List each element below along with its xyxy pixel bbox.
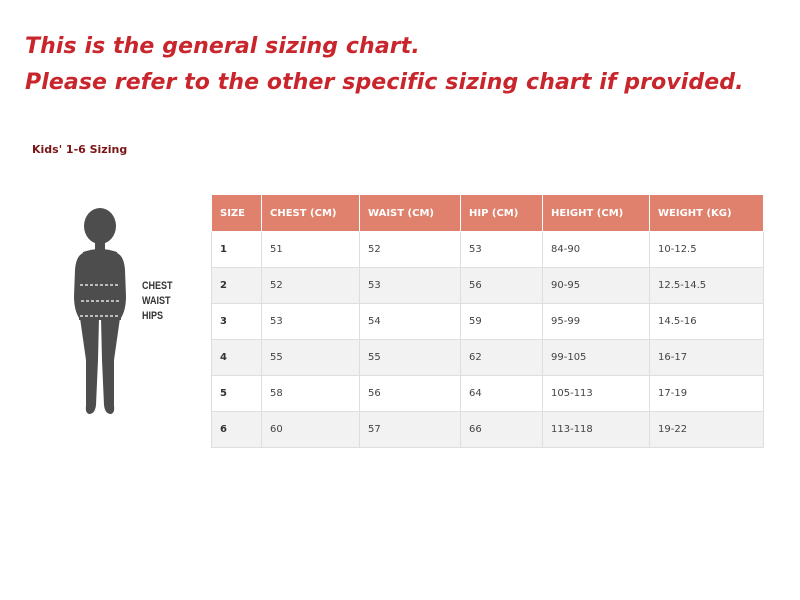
cell-chest: 51	[261, 231, 360, 268]
cell-weight: 19-22	[649, 411, 764, 448]
table-row: 6 60 57 66 113-118 19-22	[211, 411, 764, 448]
header-size: SIZE	[211, 194, 262, 232]
cell-waist: 55	[359, 339, 461, 376]
header-weight: WEIGHT (KG)	[649, 194, 764, 232]
cell-height: 84-90	[542, 231, 650, 268]
header-chest: CHEST (CM)	[261, 194, 360, 232]
cell-waist: 54	[359, 303, 461, 340]
table-header-row: SIZE CHEST (CM) WAIST (CM) HIP (CM) HEIG…	[211, 194, 764, 232]
cell-hip: 62	[460, 339, 543, 376]
cell-waist: 53	[359, 267, 461, 304]
table-row: 5 58 56 64 105-113 17-19	[211, 375, 764, 412]
cell-chest: 60	[261, 411, 360, 448]
table-row: 4 55 55 62 99-105 16-17	[211, 339, 764, 376]
table-row: 2 52 53 56 90-95 12.5-14.5	[211, 267, 764, 304]
cell-size: 1	[211, 231, 262, 268]
cell-height: 95-99	[542, 303, 650, 340]
cell-hip: 53	[460, 231, 543, 268]
cell-chest: 53	[261, 303, 360, 340]
sizing-table: SIZE CHEST (CM) WAIST (CM) HIP (CM) HEIG…	[211, 194, 764, 448]
header-waist: WAIST (CM)	[359, 194, 461, 232]
cell-size: 3	[211, 303, 262, 340]
cell-size: 4	[211, 339, 262, 376]
cell-weight: 16-17	[649, 339, 764, 376]
cell-chest: 58	[261, 375, 360, 412]
cell-size: 5	[211, 375, 262, 412]
cell-weight: 17-19	[649, 375, 764, 412]
chest-label: CHEST	[142, 280, 173, 292]
cell-chest: 52	[261, 267, 360, 304]
child-silhouette-icon	[74, 208, 126, 414]
section-title: Kids' 1-6 Sizing	[32, 143, 128, 156]
cell-weight: 12.5-14.5	[649, 267, 764, 304]
table-row: 1 51 52 53 84-90 10-12.5	[211, 231, 764, 268]
cell-weight: 10-12.5	[649, 231, 764, 268]
hips-label: HIPS	[142, 310, 164, 322]
cell-hip: 64	[460, 375, 543, 412]
headline-general: This is the general sizing chart.	[25, 34, 420, 59]
header-height: HEIGHT (CM)	[542, 194, 650, 232]
cell-weight: 14.5-16	[649, 303, 764, 340]
cell-hip: 59	[460, 303, 543, 340]
headline-refer: Please refer to the other specific sizin…	[25, 70, 744, 95]
cell-waist: 57	[359, 411, 461, 448]
cell-height: 99-105	[542, 339, 650, 376]
cell-height: 113-118	[542, 411, 650, 448]
cell-height: 90-95	[542, 267, 650, 304]
cell-waist: 52	[359, 231, 461, 268]
cell-size: 2	[211, 267, 262, 304]
cell-height: 105-113	[542, 375, 650, 412]
child-measurement-figure: CHEST WAIST HIPS	[60, 200, 210, 420]
cell-waist: 56	[359, 375, 461, 412]
header-hip: HIP (CM)	[460, 194, 543, 232]
cell-hip: 66	[460, 411, 543, 448]
waist-label: WAIST	[142, 295, 171, 307]
cell-size: 6	[211, 411, 262, 448]
cell-hip: 56	[460, 267, 543, 304]
table-row: 3 53 54 59 95-99 14.5-16	[211, 303, 764, 340]
cell-chest: 55	[261, 339, 360, 376]
